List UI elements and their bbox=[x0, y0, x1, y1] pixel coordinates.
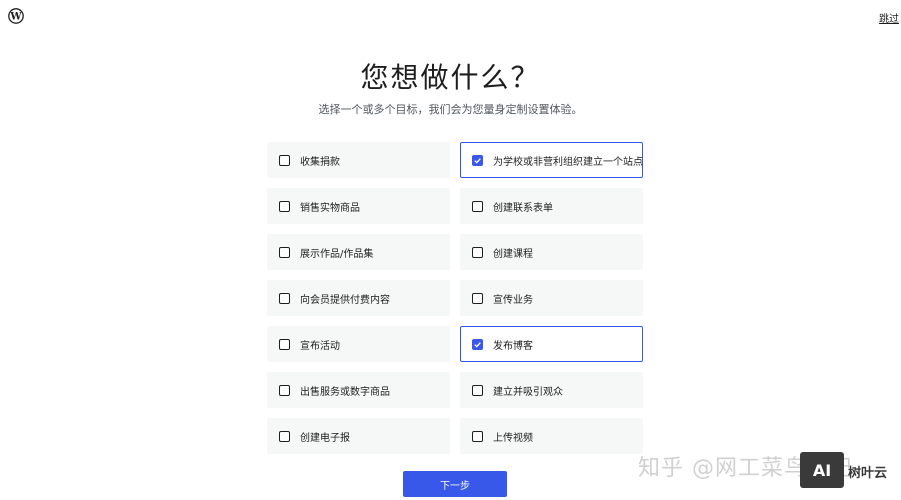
wordpress-logo-icon[interactable]: W bbox=[8, 8, 24, 24]
checkbox[interactable] bbox=[279, 430, 290, 442]
goal-option[interactable]: 销售实物商品 bbox=[267, 188, 450, 224]
checkbox[interactable] bbox=[279, 246, 290, 258]
page: W 跳过 您想做什么？ 选择一个或多个目标，我们会为您量身定制设置体验。 收集捐… bbox=[0, 0, 901, 500]
goal-option[interactable]: 上传视频 bbox=[460, 418, 643, 454]
goal-option-label: 销售实物商品 bbox=[300, 202, 360, 214]
goal-option-label: 创建电子报 bbox=[300, 432, 350, 444]
checkbox[interactable] bbox=[472, 292, 483, 304]
goal-option[interactable]: 创建电子报 bbox=[267, 418, 450, 454]
checkbox[interactable] bbox=[472, 338, 483, 350]
goal-option[interactable]: 展示作品/作品集 bbox=[267, 234, 450, 270]
checkbox[interactable] bbox=[472, 200, 483, 212]
goal-option[interactable]: 发布博客 bbox=[460, 326, 643, 362]
checkbox[interactable] bbox=[472, 384, 483, 396]
goal-option-label: 上传视频 bbox=[493, 432, 533, 444]
goal-option[interactable]: 出售服务或数字商品 bbox=[267, 372, 450, 408]
goal-option[interactable]: 宣布活动 bbox=[267, 326, 450, 362]
checkmark-icon bbox=[474, 341, 481, 348]
svg-text:W: W bbox=[9, 12, 22, 23]
goal-option-label: 宣传业务 bbox=[493, 294, 533, 306]
goal-option-label: 为学校或非营利组织建立一个站点 bbox=[493, 156, 643, 168]
goal-option-label: 出售服务或数字商品 bbox=[300, 386, 390, 398]
goal-option[interactable]: 创建联系表单 bbox=[460, 188, 643, 224]
goal-option[interactable]: 收集捐款 bbox=[267, 142, 450, 178]
checkbox[interactable] bbox=[279, 292, 290, 304]
watermark-brand: 树叶云 bbox=[848, 466, 888, 481]
goal-option-label: 展示作品/作品集 bbox=[300, 248, 374, 260]
checkmark-icon bbox=[474, 157, 481, 164]
checkbox[interactable] bbox=[279, 338, 290, 350]
checkbox[interactable] bbox=[279, 200, 290, 212]
skip-link[interactable]: 跳过 bbox=[879, 10, 899, 25]
checkbox[interactable] bbox=[279, 384, 290, 396]
goal-option-label: 向会员提供付费内容 bbox=[300, 294, 390, 306]
watermark-badge: AI bbox=[800, 452, 844, 488]
checkbox[interactable] bbox=[472, 430, 483, 442]
goal-option-label: 创建课程 bbox=[493, 248, 533, 260]
goal-option[interactable]: 为学校或非营利组织建立一个站点 bbox=[460, 142, 643, 178]
goal-option-label: 建立并吸引观众 bbox=[493, 386, 563, 398]
goal-options: 收集捐款 为学校或非营利组织建立一个站点 销售实物商品 创建联系表单 展示作品/… bbox=[267, 142, 643, 454]
goal-option-label: 宣布活动 bbox=[300, 340, 340, 352]
goal-option-label: 收集捐款 bbox=[300, 156, 340, 168]
goal-option-label: 发布博客 bbox=[493, 340, 533, 352]
goal-option[interactable]: 创建课程 bbox=[460, 234, 643, 270]
next-button[interactable]: 下一步 bbox=[403, 471, 507, 497]
checkbox[interactable] bbox=[279, 154, 290, 166]
checkbox[interactable] bbox=[472, 154, 483, 166]
goal-option-label: 创建联系表单 bbox=[493, 202, 553, 214]
page-title: 您想做什么？ bbox=[360, 61, 541, 94]
goal-option[interactable]: 建立并吸引观众 bbox=[460, 372, 643, 408]
checkbox[interactable] bbox=[472, 246, 483, 258]
goal-option[interactable]: 向会员提供付费内容 bbox=[267, 280, 450, 316]
page-subtitle: 选择一个或多个目标，我们会为您量身定制设置体验。 bbox=[318, 103, 583, 116]
goal-option[interactable]: 宣传业务 bbox=[460, 280, 643, 316]
